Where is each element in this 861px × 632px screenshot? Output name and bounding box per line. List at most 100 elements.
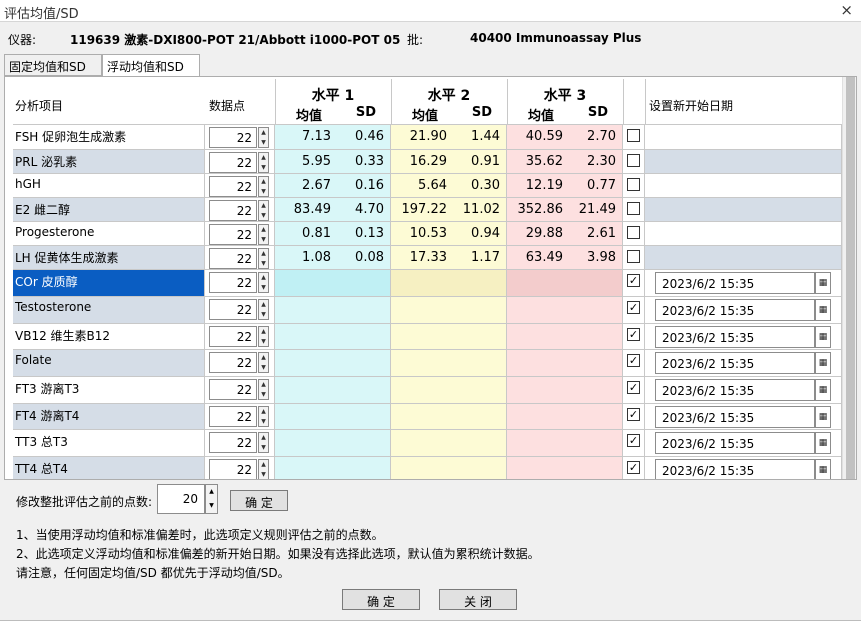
level3-mean[interactable]: 352.86	[507, 198, 569, 222]
tab-floating-mean-sd[interactable]: 浮动均值和SD	[102, 54, 200, 77]
level3-sd[interactable]: 2.61	[569, 222, 623, 246]
level2-sd[interactable]	[453, 377, 507, 404]
analyte-name[interactable]: hGH	[13, 174, 205, 198]
level2-sd[interactable]: 1.17	[453, 246, 507, 270]
level2-sd[interactable]	[453, 270, 507, 297]
new-start-checkbox[interactable]	[627, 226, 640, 239]
level2-sd[interactable]	[453, 404, 507, 430]
spinner-icon[interactable]: ▲ ▼	[258, 406, 269, 427]
spinner-icon[interactable]: ▲ ▼	[258, 432, 269, 453]
level2-sd[interactable]	[453, 350, 507, 377]
calendar-icon[interactable]: ▦	[815, 326, 831, 348]
new-start-checkbox[interactable]: ✓	[627, 381, 640, 394]
spinner-icon[interactable]: ▲ ▼	[258, 127, 269, 148]
count-input[interactable]: 22	[209, 326, 257, 347]
new-start-date-field[interactable]: 2023/6/2 15:35	[655, 432, 815, 454]
level1-mean[interactable]	[275, 377, 337, 404]
level3-sd[interactable]: 2.30	[569, 150, 623, 174]
level1-mean[interactable]	[275, 404, 337, 430]
level1-mean[interactable]: 2.67	[275, 174, 337, 198]
table-row[interactable]: PRL 泌乳素 22 ▲ ▼ 5.95 0.33 16.29 0.91 35.62 2.30	[13, 150, 842, 174]
level1-mean[interactable]: 7.13	[275, 125, 337, 150]
new-start-checkbox[interactable]: ✓	[627, 274, 640, 287]
new-start-checkbox[interactable]	[627, 250, 640, 263]
count-input[interactable]: 22	[209, 406, 257, 427]
count-input[interactable]: 22	[209, 248, 257, 269]
level1-sd[interactable]: 0.13	[337, 222, 391, 246]
level1-mean[interactable]	[275, 297, 337, 324]
level3-mean[interactable]: 40.59	[507, 125, 569, 150]
new-start-checkbox[interactable]: ✓	[627, 461, 640, 474]
table-row[interactable]: FT3 游离T3 22 ▲ ▼ ✓ 2023/6/2 15:35 ▦	[13, 377, 842, 404]
count-input[interactable]: 22	[209, 459, 257, 479]
new-start-date-field[interactable]: 2023/6/2 15:35	[655, 406, 815, 428]
level3-sd[interactable]: 2.70	[569, 125, 623, 150]
new-start-date-field[interactable]: 2023/6/2 15:35	[655, 326, 815, 348]
level1-mean[interactable]	[275, 324, 337, 350]
level2-mean[interactable]: 5.64	[391, 174, 453, 198]
table-row[interactable]: hGH 22 ▲ ▼ 2.67 0.16 5.64 0.30 12.19 0.77	[13, 174, 842, 198]
level2-mean[interactable]: 197.22	[391, 198, 453, 222]
level2-sd[interactable]	[453, 430, 507, 457]
level2-sd[interactable]	[453, 324, 507, 350]
level3-sd[interactable]	[569, 297, 623, 324]
analyte-name[interactable]: FT4 游离T4	[13, 404, 205, 430]
table-row[interactable]: Progesterone 22 ▲ ▼ 0.81 0.13 10.53 0.94 29.88 2.…	[13, 222, 842, 246]
level3-mean[interactable]: 35.62	[507, 150, 569, 174]
level2-mean[interactable]: 16.29	[391, 150, 453, 174]
level1-sd[interactable]	[337, 404, 391, 430]
ok-button[interactable]: 确 定	[342, 589, 420, 610]
calendar-icon[interactable]: ▦	[815, 272, 831, 294]
table-row[interactable]: Folate 22 ▲ ▼ ✓ 2023/6/2 15:35 ▦	[13, 350, 842, 377]
count-input[interactable]: 22	[209, 272, 257, 293]
vertical-scrollbar[interactable]	[842, 77, 856, 479]
new-start-date-field[interactable]: 2023/6/2 15:35	[655, 379, 815, 401]
analyte-name[interactable]: LH 促黄体生成激素	[13, 246, 205, 270]
level2-sd[interactable]: 1.44	[453, 125, 507, 150]
level1-sd[interactable]	[337, 270, 391, 297]
calendar-icon[interactable]: ▦	[815, 352, 831, 374]
level2-sd[interactable]: 0.30	[453, 174, 507, 198]
level3-mean[interactable]: 12.19	[507, 174, 569, 198]
spinner-icon[interactable]: ▲ ▼	[258, 299, 269, 320]
level3-mean[interactable]: 29.88	[507, 222, 569, 246]
spinner-icon[interactable]: ▲ ▼	[205, 484, 218, 514]
level3-mean[interactable]	[507, 457, 569, 479]
table-row[interactable]: E2 雌二醇 22 ▲ ▼ 83.49 4.70 197.22 11.02 352.86 21.4…	[13, 198, 842, 222]
tab-fixed-mean-sd[interactable]: 固定均值和SD	[4, 54, 102, 76]
level1-sd[interactable]: 0.08	[337, 246, 391, 270]
level3-sd[interactable]: 21.49	[569, 198, 623, 222]
level2-sd[interactable]	[453, 297, 507, 324]
table-row[interactable]: TT3 总T3 22 ▲ ▼ ✓ 2023/6/2 15:35 ▦	[13, 430, 842, 457]
count-input[interactable]: 22	[209, 176, 257, 197]
level1-sd[interactable]: 0.33	[337, 150, 391, 174]
level3-mean[interactable]: 63.49	[507, 246, 569, 270]
level1-sd[interactable]	[337, 457, 391, 479]
level1-sd[interactable]	[337, 324, 391, 350]
calendar-icon[interactable]: ▦	[815, 432, 831, 454]
level2-mean[interactable]	[391, 324, 453, 350]
new-start-checkbox[interactable]: ✓	[627, 301, 640, 314]
count-input[interactable]: 22	[209, 352, 257, 373]
level3-sd[interactable]	[569, 377, 623, 404]
level3-mean[interactable]	[507, 297, 569, 324]
level3-mean[interactable]	[507, 430, 569, 457]
calendar-icon[interactable]: ▦	[815, 406, 831, 428]
level2-sd[interactable]: 11.02	[453, 198, 507, 222]
analyte-name[interactable]: COr 皮质醇	[13, 270, 205, 297]
count-input[interactable]: 22	[209, 152, 257, 173]
spinner-icon[interactable]: ▲ ▼	[258, 224, 269, 245]
calendar-icon[interactable]: ▦	[815, 379, 831, 401]
table-row[interactable]: FT4 游离T4 22 ▲ ▼ ✓ 2023/6/2 15:35 ▦	[13, 404, 842, 430]
close-button[interactable]: 关 闭	[439, 589, 517, 610]
table-row[interactable]: Testosterone 22 ▲ ▼ ✓ 2023/6/2 15:35 ▦	[13, 297, 842, 324]
level2-mean[interactable]: 10.53	[391, 222, 453, 246]
analyte-name[interactable]: FSH 促卵泡生成激素	[13, 125, 205, 150]
level3-mean[interactable]	[507, 324, 569, 350]
level2-mean[interactable]: 21.90	[391, 125, 453, 150]
level3-mean[interactable]	[507, 270, 569, 297]
analyte-name[interactable]: VB12 维生素B12	[13, 324, 205, 350]
spinner-icon[interactable]: ▲ ▼	[258, 248, 269, 269]
table-row[interactable]: TT4 总T4 22 ▲ ▼ ✓ 2023/6/2 15:35 ▦	[13, 457, 842, 479]
table-row[interactable]: VB12 维生素B12 22 ▲ ▼ ✓ 2023/6/2 15:35 ▦	[13, 324, 842, 350]
